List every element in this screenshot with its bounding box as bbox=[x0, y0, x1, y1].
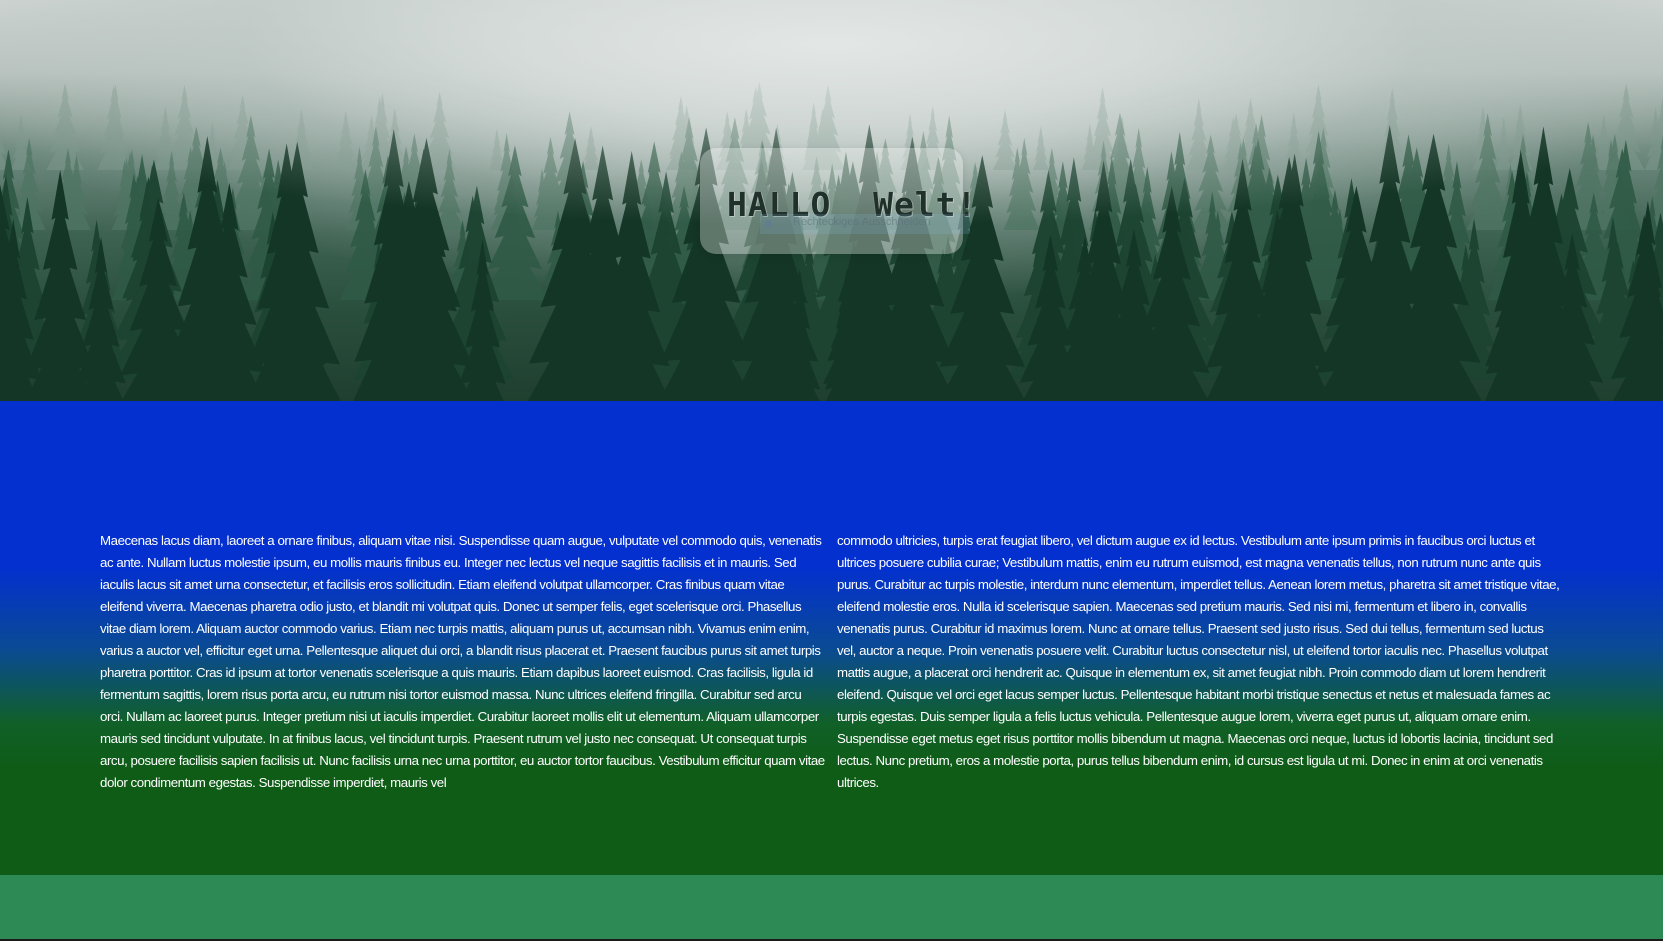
text-column-left: Maecenas lacus diam, laoreet a ornare fi… bbox=[100, 533, 825, 791]
snip-tool-icon bbox=[765, 220, 772, 227]
footer bbox=[0, 875, 1663, 939]
text-columns: Maecenas lacus diam, laoreet a ornare fi… bbox=[100, 517, 1562, 808]
hero-banner: HALLO Welt! Rechteckiges Ausschneiden bbox=[0, 0, 1663, 401]
snip-tooltip: Rechteckiges Ausschneiden bbox=[793, 216, 931, 228]
title-card: HALLO Welt! Rechteckiges Ausschneiden bbox=[700, 148, 976, 254]
main-content: Maecenas lacus diam, laoreet a ornare fi… bbox=[0, 401, 1663, 875]
text-column-right: commodo ultricies, turpis erat feugiat l… bbox=[837, 533, 1560, 791]
